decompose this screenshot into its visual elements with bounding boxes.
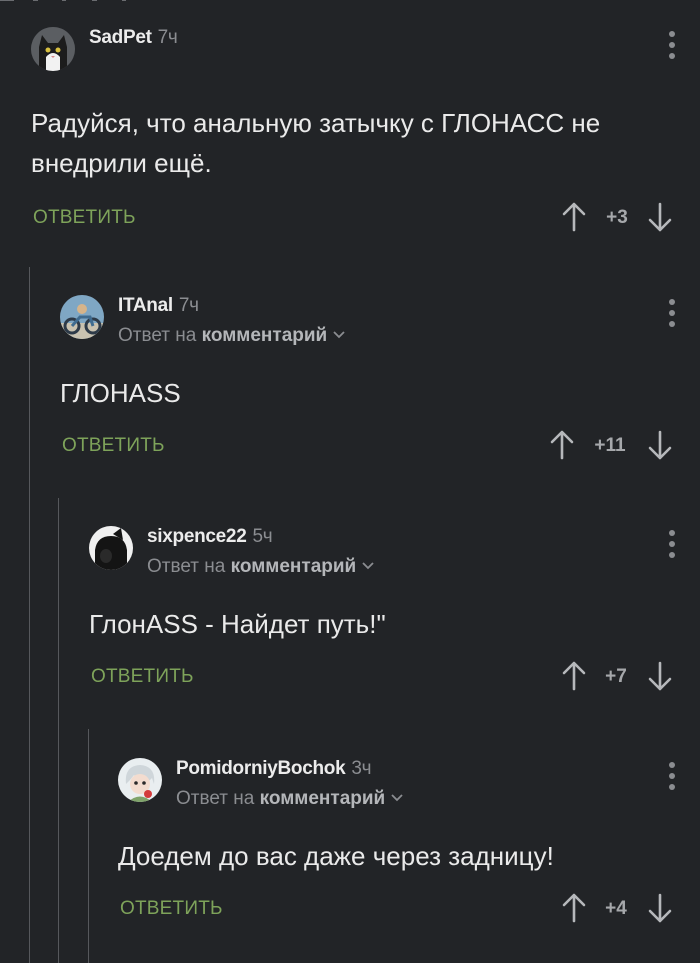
avatar[interactable] <box>118 758 162 802</box>
avatar[interactable] <box>89 526 133 570</box>
more-options-icon[interactable] <box>668 31 676 61</box>
comment-actions: ОТВЕТИТЬ +11 <box>60 429 700 463</box>
reply-button[interactable]: ОТВЕТИТЬ <box>91 666 194 688</box>
comment-actions: ОТВЕТИТЬ +7 <box>89 660 700 694</box>
reply-button[interactable]: ОТВЕТИТЬ <box>33 207 136 229</box>
upvote-arrow-icon[interactable] <box>562 660 586 692</box>
downvote-arrow-icon[interactable] <box>648 660 672 692</box>
avatar[interactable] <box>60 295 104 339</box>
chevron-down-icon <box>362 554 374 576</box>
reply-to-link[interactable]: Ответ на комментарий <box>176 786 403 810</box>
comments-page: SadPet 7ч Радуйся, что анальную затычку с… <box>0 0 700 963</box>
downvote-arrow-icon[interactable] <box>648 201 672 233</box>
upvote-arrow-icon[interactable] <box>550 429 574 461</box>
comment-text: ГлонASS - Найдет путь!" <box>89 609 386 639</box>
timestamp: 7ч <box>178 295 199 316</box>
comment-header: sixpence22 5ч Ответ на комментарий <box>89 526 700 577</box>
comment-header: SadPet 7ч <box>31 27 700 71</box>
reply-to-link[interactable]: Ответ на комментарий <box>147 554 374 578</box>
more-options-icon[interactable] <box>668 762 676 792</box>
comment-text: Радуйся, что анальную затычку с ГЛОНАСС … <box>31 108 601 178</box>
author-name[interactable]: sixpence22 5ч <box>147 526 273 548</box>
comment-header: PomidorniyBochok 3ч Ответ на комментарий <box>118 758 700 809</box>
more-options-icon[interactable] <box>668 299 676 329</box>
timestamp: 3ч <box>351 758 372 779</box>
rating-score: +3 <box>606 207 628 228</box>
comment: ITAnal 7ч Ответ на комментарий ГЛОНАSS ОТ… <box>60 295 700 463</box>
comment: sixpence22 5ч Ответ на комментарий ГлонAS… <box>89 526 700 694</box>
reply-button[interactable]: ОТВЕТИТЬ <box>120 898 223 920</box>
downvote-arrow-icon[interactable] <box>648 892 672 924</box>
comment: SadPet 7ч Радуйся, что анальную затычку с… <box>31 27 700 235</box>
thread-line-level-2[interactable] <box>58 498 59 963</box>
author-name[interactable]: ITAnal 7ч <box>118 295 199 317</box>
comment-text: ГЛОНАSS <box>60 378 181 408</box>
reply-button[interactable]: ОТВЕТИТЬ <box>62 435 165 457</box>
author-name[interactable]: SadPet 7ч <box>89 27 178 49</box>
chevron-down-icon <box>333 323 345 345</box>
more-options-icon[interactable] <box>668 530 676 560</box>
rating-score: +7 <box>605 666 627 687</box>
comment-text: Доедем до вас даже через задницу! <box>118 841 554 871</box>
author-name[interactable]: PomidorniyBochok 3ч <box>176 758 372 780</box>
rating-score: +11 <box>594 435 626 456</box>
comment-actions: ОТВЕТИТЬ +3 <box>31 201 700 235</box>
thread-line-level-1[interactable] <box>29 267 30 963</box>
top-divider <box>0 0 700 8</box>
chevron-down-icon <box>391 786 403 808</box>
avatar[interactable] <box>31 27 75 71</box>
timestamp: 5ч <box>252 526 273 547</box>
rating-score: +4 <box>605 898 627 919</box>
thread-line-level-3[interactable] <box>88 729 89 963</box>
timestamp: 7ч <box>157 27 178 48</box>
reply-to-link[interactable]: Ответ на комментарий <box>118 323 345 347</box>
upvote-arrow-icon[interactable] <box>562 201 586 233</box>
downvote-arrow-icon[interactable] <box>648 429 672 461</box>
comment-actions: ОТВЕТИТЬ +4 <box>118 892 700 926</box>
upvote-arrow-icon[interactable] <box>562 892 586 924</box>
comment-header: ITAnal 7ч Ответ на комментарий <box>60 295 700 346</box>
comment: PomidorniyBochok 3ч Ответ на комментарий … <box>118 758 700 926</box>
